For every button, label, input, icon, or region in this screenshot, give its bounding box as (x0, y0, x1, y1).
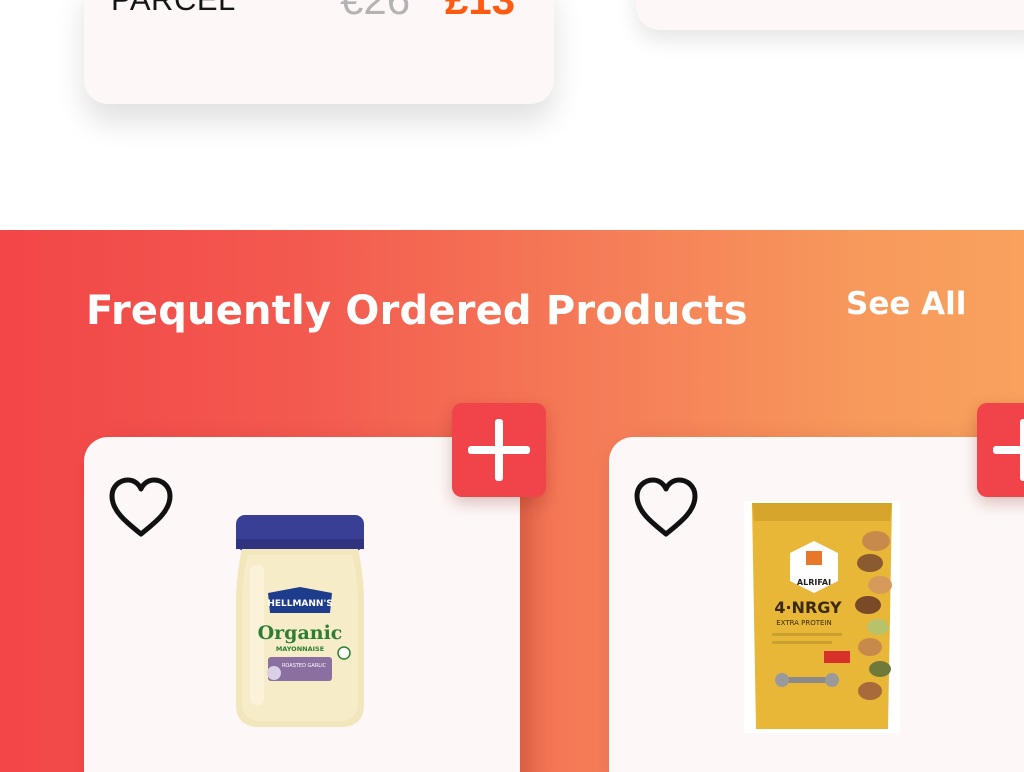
product-card[interactable]: ALRIFAI 4·NRGY EXTRA PROTEIN (609, 437, 1024, 772)
plus-icon-vertical (495, 419, 503, 481)
old-price: €26 (340, 0, 410, 24)
frequently-ordered-section: Frequently Ordered Products See All HELL… (0, 230, 1024, 772)
see-all-link[interactable]: See All (846, 286, 966, 322)
mayonnaise-jar-image: HELLMANN'S Organic MAYONNAISE ROASTED GA… (236, 515, 364, 727)
product-line2: EXTRA PROTEIN (776, 619, 832, 627)
product-line1: Organic (258, 622, 343, 644)
parcel-offer-card[interactable]: PARCEL €26 £13 (84, 0, 554, 104)
heart-icon[interactable] (108, 477, 174, 539)
add-to-cart-button[interactable] (977, 403, 1024, 497)
product-line2: MAYONNAISE (276, 645, 324, 653)
heart-icon[interactable] (633, 477, 699, 539)
offer-card-2[interactable] (636, 0, 1024, 30)
product-line3: ROASTED GARLIC (282, 663, 327, 669)
new-price: £13 (445, 0, 515, 24)
add-to-cart-button[interactable] (452, 403, 546, 497)
product-brand: ALRIFAI (797, 578, 831, 587)
offer-label: PARCEL (111, 0, 236, 18)
section-title: Frequently Ordered Products (86, 288, 748, 334)
plus-icon-vertical (1020, 419, 1024, 481)
product-line1: 4·NRGY (774, 598, 842, 617)
product-brand: HELLMANN'S (267, 599, 332, 609)
nut-mix-bag-image: ALRIFAI 4·NRGY EXTRA PROTEIN (744, 501, 900, 733)
